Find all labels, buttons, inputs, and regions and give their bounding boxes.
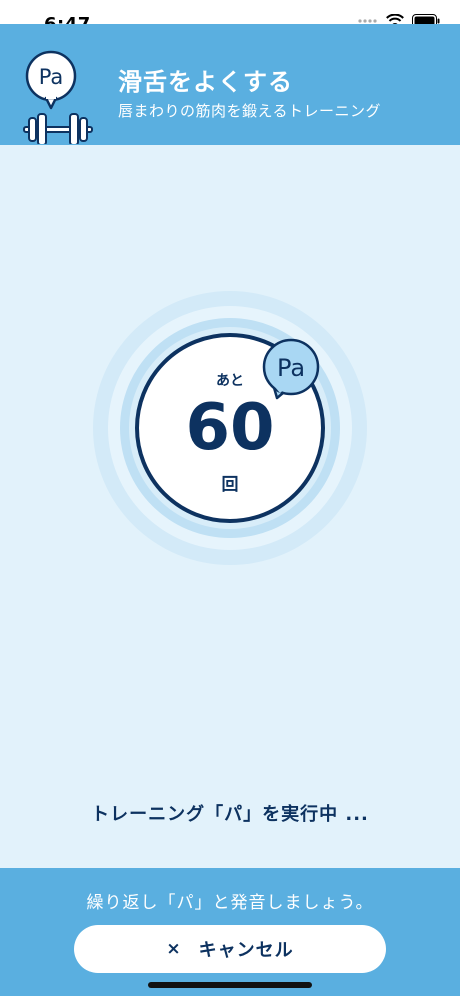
- counter-value: 60: [185, 391, 275, 465]
- header: Pa 滑舌をよくする 唇まわりの筋肉を鍛えるトレーニング: [0, 24, 460, 145]
- cancel-label: キャンセル: [198, 940, 294, 961]
- cancel-button[interactable]: × キャンセル: [74, 925, 386, 973]
- lip-training-icon: Pa: [23, 50, 93, 144]
- instruction-text: 繰り返し「パ」と発音しましょう。: [86, 893, 374, 913]
- counter-unit: 回: [221, 475, 239, 495]
- page-subtitle: 唇まわりの筋肉を鍛えるトレーニング: [118, 102, 382, 120]
- repetition-counter: Pa あと 60 回: [92, 290, 368, 566]
- close-icon: ×: [166, 939, 181, 959]
- footer: 繰り返し「パ」と発音しましょう。 × キャンセル: [0, 868, 460, 996]
- status-bar: 6:47: [0, 0, 460, 35]
- counter-prefix: あと: [216, 373, 244, 389]
- home-indicator[interactable]: [148, 982, 312, 988]
- training-screen: 6:47 Pa: [0, 0, 460, 996]
- training-status: トレーニング「パ」を実行中 ...: [91, 804, 369, 825]
- header-icon-badge: Pa: [39, 65, 64, 89]
- page-title: 滑舌をよくする: [118, 68, 293, 96]
